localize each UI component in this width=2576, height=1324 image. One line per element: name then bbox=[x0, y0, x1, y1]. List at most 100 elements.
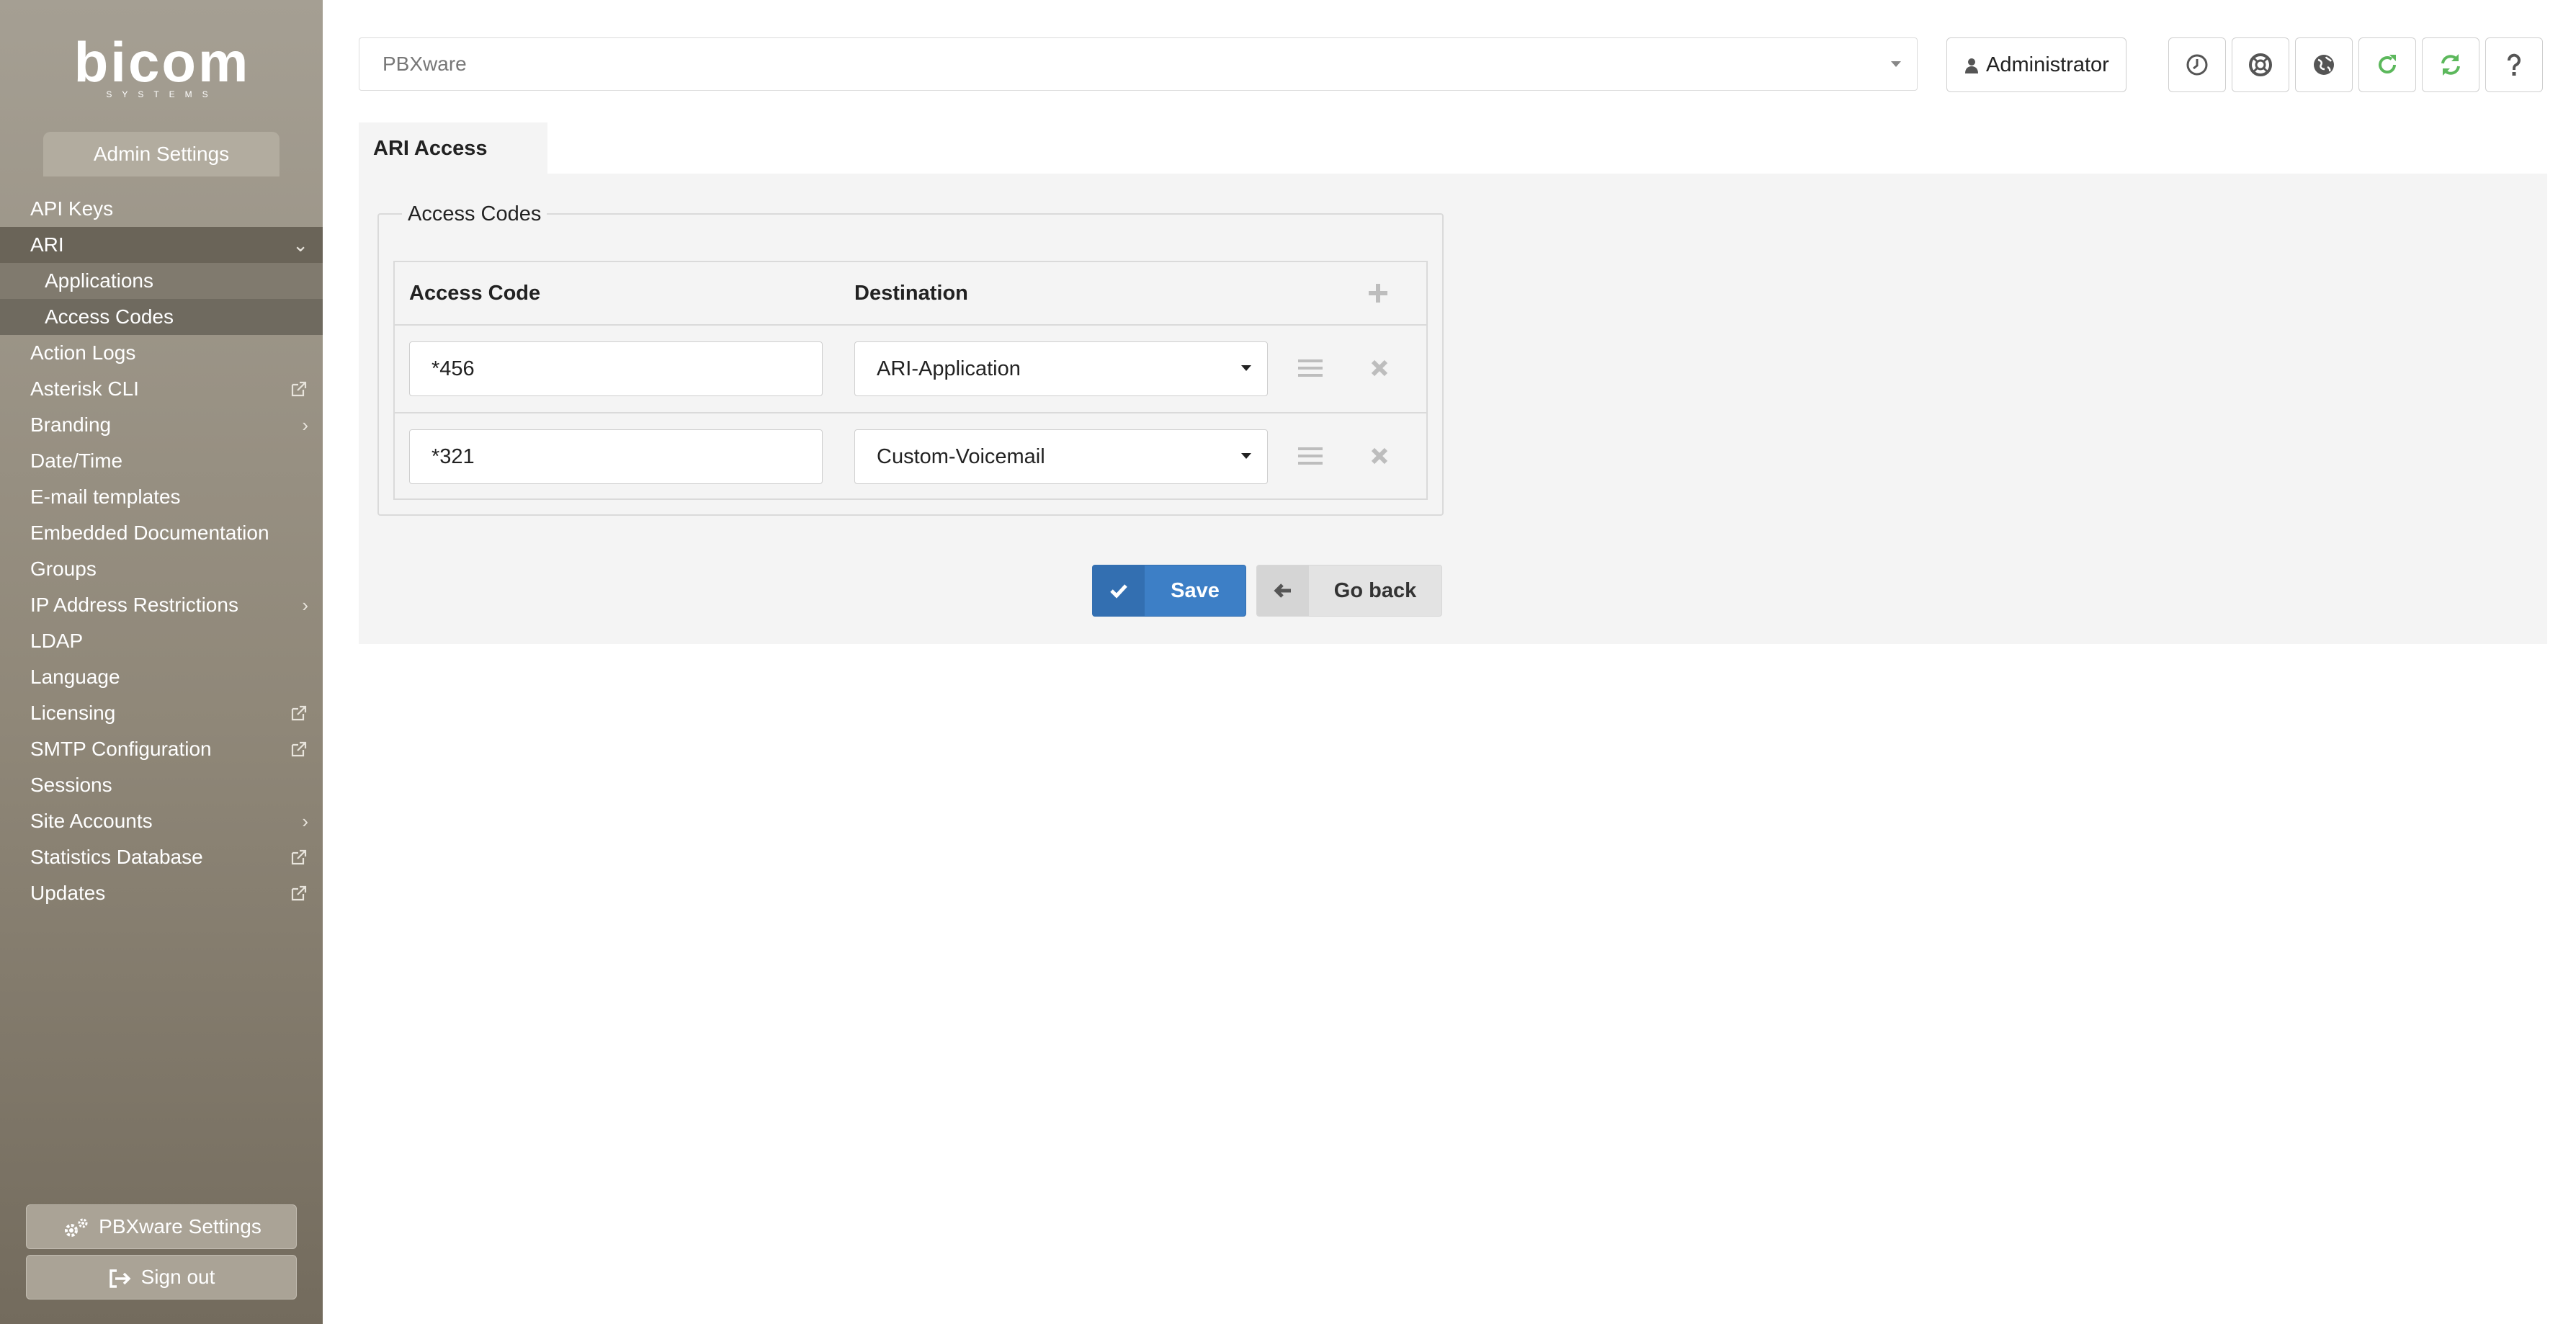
chevron-right-icon: › bbox=[302, 414, 308, 436]
user-menu-button[interactable]: Administrator bbox=[1946, 37, 2126, 92]
table-row: *321 Custom-Voicemail bbox=[395, 412, 1426, 498]
reload-button[interactable] bbox=[2358, 37, 2416, 92]
help-button[interactable] bbox=[2485, 37, 2543, 92]
lifebuoy-icon bbox=[2249, 53, 2272, 76]
tab-ari-access-codes[interactable]: ARI Access Codes bbox=[359, 122, 547, 212]
server-select[interactable]: PBXware bbox=[359, 37, 1918, 91]
sidebar-item-email-templates[interactable]: E-mail templates bbox=[0, 479, 323, 515]
save-button[interactable]: Save bbox=[1092, 565, 1246, 617]
destination-select[interactable]: Custom-Voicemail bbox=[854, 429, 1268, 484]
destination-value: Custom-Voicemail bbox=[877, 445, 1045, 468]
sidebar-menu: API Keys ARI ⌄ Applications Access Codes… bbox=[0, 191, 323, 911]
sync-icon bbox=[2441, 54, 2460, 76]
sidebar-item-label: Access Codes bbox=[45, 305, 174, 328]
sidebar-item-label: E-mail templates bbox=[30, 486, 181, 508]
admin-settings-tab[interactable]: Admin Settings bbox=[43, 132, 279, 176]
sidebar-item-smtp-configuration[interactable]: SMTP Configuration bbox=[0, 731, 323, 767]
pbxware-settings-button[interactable]: PBXware Settings bbox=[26, 1204, 297, 1249]
sidebar-item-label: API Keys bbox=[30, 197, 114, 220]
sidebar-item-statistics-database[interactable]: Statistics Database bbox=[0, 839, 323, 875]
sidebar-item-label: Statistics Database bbox=[30, 846, 203, 868]
sidebar-item-updates[interactable]: Updates bbox=[0, 875, 323, 911]
sidebar-item-action-logs[interactable]: Action Logs bbox=[0, 335, 323, 371]
drag-handle-icon[interactable] bbox=[1298, 357, 1323, 379]
check-icon bbox=[1093, 565, 1145, 616]
access-code-input[interactable]: *456 bbox=[409, 341, 823, 396]
sidebar-item-label: Licensing bbox=[30, 702, 116, 724]
sidebar-item-label: Branding bbox=[30, 413, 112, 436]
table-header: Access Code Destination bbox=[395, 262, 1426, 326]
remove-row-icon[interactable] bbox=[1370, 359, 1389, 377]
sidebar-item-label: Sessions bbox=[30, 774, 112, 796]
language-button[interactable] bbox=[2295, 37, 2353, 92]
external-link-icon bbox=[291, 741, 307, 757]
sidebar-item-embedded-documentation[interactable]: Embedded Documentation bbox=[0, 515, 323, 551]
sidebar-item-label: Date/Time bbox=[30, 449, 123, 472]
globe-icon bbox=[2314, 55, 2334, 75]
sidebar-item-applications[interactable]: Applications bbox=[0, 263, 323, 299]
sidebar-item-label: Language bbox=[30, 666, 120, 688]
destination-select[interactable]: ARI-Application bbox=[854, 341, 1268, 396]
sign-out-label: Sign out bbox=[140, 1266, 215, 1288]
user-label: Administrator bbox=[1986, 53, 2109, 76]
sidebar-item-api-keys[interactable]: API Keys bbox=[0, 191, 323, 227]
sidebar-item-licensing[interactable]: Licensing bbox=[0, 695, 323, 731]
external-link-icon bbox=[291, 849, 307, 865]
external-link-icon bbox=[291, 885, 307, 901]
sidebar-item-site-accounts[interactable]: Site Accounts › bbox=[0, 803, 323, 839]
sidebar-item-access-codes[interactable]: Access Codes bbox=[0, 299, 323, 335]
sign-out-button[interactable]: Sign out bbox=[26, 1255, 297, 1300]
logo-wordmark: bicom bbox=[73, 30, 251, 94]
column-header-access-code: Access Code bbox=[409, 282, 541, 305]
chevron-right-icon: › bbox=[302, 810, 308, 832]
sidebar-item-date-time[interactable]: Date/Time bbox=[0, 443, 323, 479]
pbxware-settings-label: PBXware Settings bbox=[99, 1215, 261, 1238]
caret-down-icon bbox=[1241, 365, 1251, 371]
sidebar-item-label: Updates bbox=[30, 882, 106, 904]
sidebar-item-label: Site Accounts bbox=[30, 810, 153, 832]
save-label: Save bbox=[1171, 579, 1220, 602]
support-button[interactable] bbox=[2232, 37, 2289, 92]
external-link-icon bbox=[291, 381, 307, 397]
fieldset-legend: Access Codes bbox=[402, 202, 547, 226]
chevron-down-icon: ⌄ bbox=[292, 234, 308, 256]
arrow-left-icon bbox=[1257, 565, 1309, 616]
table-row: *456 ARI-Application bbox=[395, 326, 1426, 412]
sidebar-item-label: LDAP bbox=[30, 630, 84, 652]
user-icon bbox=[1965, 58, 1978, 74]
go-back-button[interactable]: Go back bbox=[1256, 565, 1442, 617]
add-row-icon[interactable] bbox=[1366, 281, 1390, 305]
sidebar-item-label: Action Logs bbox=[30, 341, 136, 364]
sidebar-item-label: SMTP Configuration bbox=[30, 738, 212, 760]
help-icon bbox=[2508, 53, 2521, 76]
drag-handle-icon[interactable] bbox=[1298, 445, 1323, 467]
sidebar-item-label: Asterisk CLI bbox=[30, 377, 139, 400]
sidebar-item-ari[interactable]: ARI ⌄ bbox=[0, 227, 323, 263]
caret-down-icon bbox=[1891, 61, 1901, 67]
chevron-right-icon: › bbox=[302, 594, 308, 616]
gears-icon bbox=[65, 1218, 88, 1237]
logo-subtitle: SYSTEMS bbox=[106, 89, 218, 99]
sidebar-item-ip-address-restrictions[interactable]: IP Address Restrictions › bbox=[0, 587, 323, 623]
sidebar-item-asterisk-cli[interactable]: Asterisk CLI bbox=[0, 371, 323, 407]
clock-icon bbox=[2186, 54, 2208, 76]
sidebar-item-sessions[interactable]: Sessions bbox=[0, 767, 323, 803]
bicom-logo[interactable]: bicom SYSTEMS bbox=[72, 29, 252, 99]
sidebar-item-label: Applications bbox=[45, 269, 153, 292]
remove-row-icon[interactable] bbox=[1370, 447, 1389, 465]
sidebar-item-label: ARI bbox=[30, 233, 64, 256]
sidebar-item-ldap[interactable]: LDAP bbox=[0, 623, 323, 659]
caret-down-icon bbox=[1241, 453, 1251, 459]
sidebar-item-label: Groups bbox=[30, 558, 97, 580]
sidebar-item-language[interactable]: Language bbox=[0, 659, 323, 695]
sidebar-item-groups[interactable]: Groups bbox=[0, 551, 323, 587]
destination-value: ARI-Application bbox=[877, 357, 1021, 380]
column-header-destination: Destination bbox=[854, 282, 968, 305]
sign-out-icon bbox=[109, 1269, 131, 1288]
history-button[interactable] bbox=[2168, 37, 2226, 92]
access-code-input[interactable]: *321 bbox=[409, 429, 823, 484]
sync-button[interactable] bbox=[2422, 37, 2479, 92]
sidebar-item-label: Embedded Documentation bbox=[30, 522, 269, 544]
access-codes-table: Access Code Destination *456 ARI-Applica… bbox=[393, 261, 1428, 500]
sidebar-item-branding[interactable]: Branding › bbox=[0, 407, 323, 443]
